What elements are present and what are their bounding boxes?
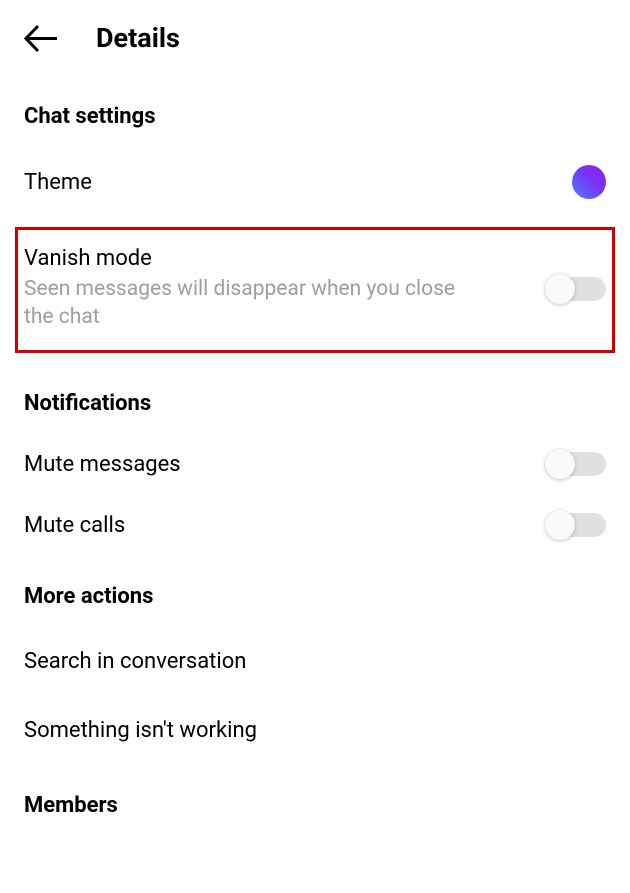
vanish-mode-row[interactable]: Vanish mode Seen messages will disappear… xyxy=(24,246,606,332)
mute-messages-toggle[interactable] xyxy=(548,452,606,476)
section-members-header: Members xyxy=(24,765,606,836)
something-not-working-row[interactable]: Something isn't working xyxy=(24,696,606,765)
vanish-mode-subtitle: Seen messages will disappear when you cl… xyxy=(24,275,474,332)
mute-calls-toggle[interactable] xyxy=(548,513,606,537)
mute-calls-label: Mute calls xyxy=(24,513,125,538)
toggle-knob xyxy=(545,274,575,304)
mute-messages-label: Mute messages xyxy=(24,452,181,477)
vanish-mode-toggle[interactable] xyxy=(548,277,606,301)
arrow-left-icon xyxy=(24,24,58,53)
toggle-knob xyxy=(545,449,575,479)
vanish-mode-highlight: Vanish mode Seen messages will disappear… xyxy=(15,227,615,353)
theme-row[interactable]: Theme xyxy=(24,147,606,217)
section-notifications-header: Notifications xyxy=(24,363,606,434)
section-chat-settings-header: Chat settings xyxy=(24,76,606,147)
search-in-conversation-row[interactable]: Search in conversation xyxy=(24,627,606,696)
page-title: Details xyxy=(96,22,180,54)
theme-label: Theme xyxy=(24,170,92,195)
theme-color-preview xyxy=(572,165,606,199)
mute-messages-row[interactable]: Mute messages xyxy=(24,434,606,495)
mute-calls-row[interactable]: Mute calls xyxy=(24,495,606,556)
back-button[interactable] xyxy=(24,24,58,53)
vanish-mode-label: Vanish mode xyxy=(24,246,474,271)
section-more-actions-header: More actions xyxy=(24,556,606,627)
toggle-knob xyxy=(545,510,575,540)
